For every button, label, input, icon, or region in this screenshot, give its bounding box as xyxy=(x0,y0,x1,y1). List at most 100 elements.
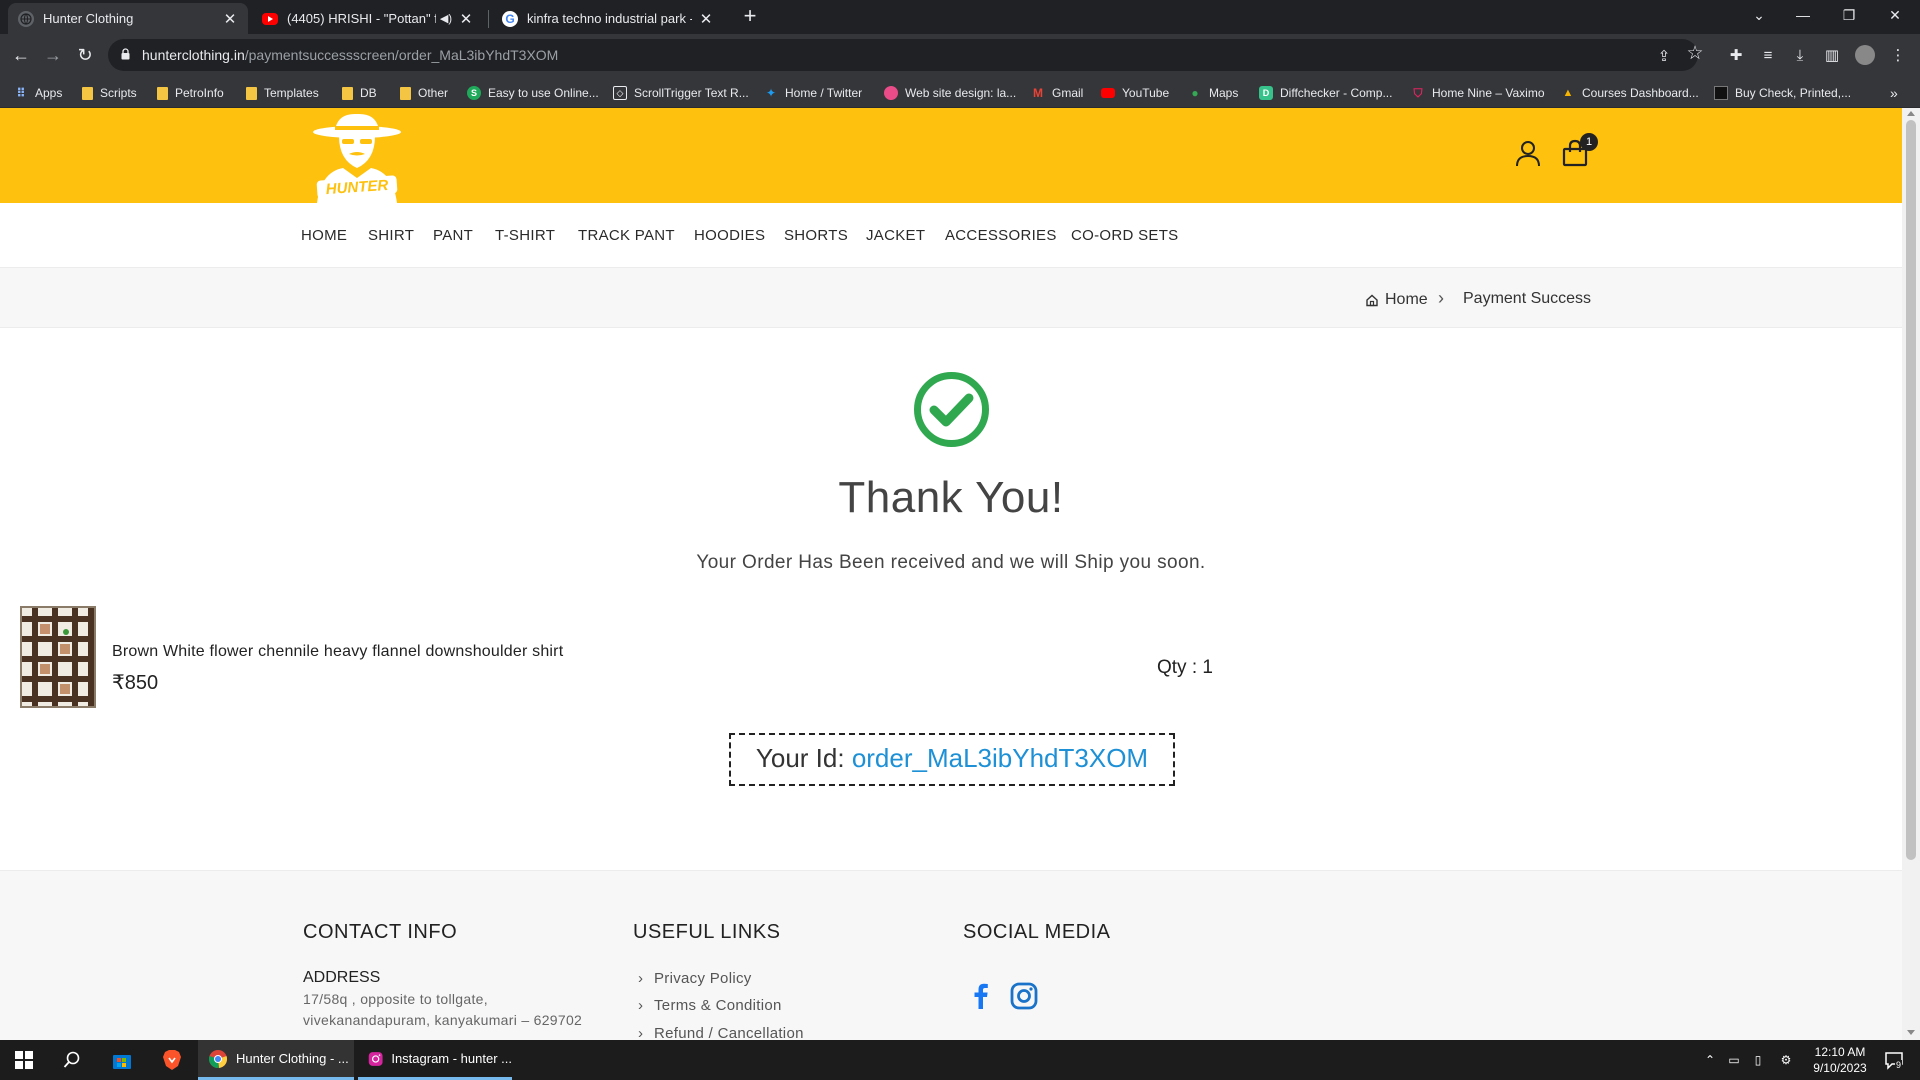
crown-icon: ▲ xyxy=(1562,87,1574,99)
close-tab-icon[interactable]: ✕ xyxy=(458,10,474,28)
nav-track-pant[interactable]: TRACK PANT xyxy=(578,227,675,244)
bookmark-gmail[interactable]: M Gmail xyxy=(1031,84,1083,102)
new-tab-button[interactable]: + xyxy=(738,5,762,29)
browser-tab-bar: Hunter Clothing ✕ (4405) HRISHI - "Potta… xyxy=(0,0,1920,34)
page-scrollbar[interactable] xyxy=(1902,108,1920,1040)
url-text: hunterclothing.in/paymentsuccessscreen/o… xyxy=(142,47,559,63)
bookmark-buy-check[interactable]: Buy Check, Printed,... xyxy=(1714,84,1851,102)
microsoft-store-icon[interactable] xyxy=(110,1048,134,1072)
bookmark-templates[interactable]: Templates xyxy=(246,84,319,102)
twitter-icon: ✦ xyxy=(765,86,777,100)
bookmark-dribbble[interactable]: Web site design: la... xyxy=(884,84,1016,102)
order-id-value[interactable]: order_MaL3ibYhdT3XOM xyxy=(852,743,1148,773)
browser-tab-google[interactable]: G kinfra techno industrial park - Go ✕ xyxy=(492,3,724,34)
media-control-icon[interactable]: ≡ xyxy=(1758,45,1778,65)
tab-title: (4405) HRISHI - "Pottan" ft D xyxy=(287,11,436,26)
main-navigation: HOME SHIRT PANT T-SHIRT TRACK PANT HOODI… xyxy=(0,203,1902,268)
close-window-button[interactable]: ✕ xyxy=(1872,0,1918,30)
product-thumbnail[interactable] xyxy=(20,606,96,708)
bookmark-star-icon[interactable]: ☆ xyxy=(1686,43,1704,64)
breadcrumb-home[interactable]: Home xyxy=(1365,291,1428,309)
folder-icon xyxy=(82,86,93,100)
tab-search-icon[interactable]: ⌄ xyxy=(1736,0,1782,30)
system-clock[interactable]: 12:10 AM 9/10/2023 xyxy=(1805,1044,1875,1076)
link-privacy-policy[interactable]: › Privacy Policy xyxy=(638,970,752,987)
chevron-up-icon[interactable]: ⌃ xyxy=(1702,1052,1718,1068)
nav-co-ord-sets[interactable]: CO-ORD SETS xyxy=(1071,227,1178,244)
speaker-icon[interactable]: ◀) xyxy=(440,12,452,25)
user-account-icon[interactable] xyxy=(1513,138,1543,168)
google-icon: G xyxy=(502,10,518,27)
gmail-icon: M xyxy=(1033,86,1043,100)
browser-tab-youtube[interactable]: (4405) HRISHI - "Pottan" ft D ◀) ✕ xyxy=(252,3,484,34)
bookmark-db[interactable]: DB xyxy=(342,84,377,102)
side-panel-icon[interactable]: ▥ xyxy=(1822,45,1842,65)
nav-home[interactable]: HOME xyxy=(301,227,347,244)
close-tab-icon[interactable]: ✕ xyxy=(222,10,238,28)
scroll-down-arrow-icon[interactable] xyxy=(1907,1030,1915,1035)
brave-browser-icon[interactable] xyxy=(160,1048,184,1072)
instagram-icon[interactable] xyxy=(1009,981,1039,1011)
bookmark-diffchecker[interactable]: D Diffchecker - Comp... xyxy=(1259,84,1392,102)
s-logo-icon: S xyxy=(467,86,481,100)
close-tab-icon[interactable]: ✕ xyxy=(698,10,714,28)
facebook-icon[interactable] xyxy=(966,981,996,1011)
notification-icon[interactable]: 9 xyxy=(1882,1048,1906,1072)
nav-shirt[interactable]: SHIRT xyxy=(368,227,414,244)
search-icon[interactable] xyxy=(60,1048,84,1072)
nav-jacket[interactable]: JACKET xyxy=(866,227,925,244)
bookmark-courses[interactable]: ▲ Courses Dashboard... xyxy=(1561,84,1699,102)
breadcrumb-current: Payment Success xyxy=(1463,290,1592,307)
forward-arrow-icon[interactable]: → xyxy=(40,42,66,68)
link-terms-condition[interactable]: › Terms & Condition xyxy=(638,997,782,1014)
cart-count-badge: 1 xyxy=(1580,133,1598,151)
settings-gear-icon[interactable]: ⚙ xyxy=(1778,1052,1794,1068)
scrollbar-thumb[interactable] xyxy=(1906,120,1916,860)
nav-hoodies[interactable]: HOODIES xyxy=(694,227,765,244)
restore-button[interactable]: ❐ xyxy=(1826,0,1872,30)
bookmark-apps[interactable]: ⠿ Apps xyxy=(14,84,62,102)
windows-start-icon[interactable] xyxy=(12,1048,36,1072)
network-icon[interactable]: ▭ xyxy=(1726,1052,1742,1068)
address-bar[interactable]: hunterclothing.in/paymentsuccessscreen/o… xyxy=(108,39,1704,71)
scroll-up-arrow-icon[interactable] xyxy=(1907,111,1915,116)
apps-grid-icon: ⠿ xyxy=(16,86,26,100)
globe-icon xyxy=(18,10,34,27)
bookmark-maps[interactable]: ● Maps xyxy=(1188,84,1238,102)
browser-tab-hunter-clothing[interactable]: Hunter Clothing ✕ xyxy=(8,3,248,34)
more-bookmarks-icon[interactable]: » xyxy=(1890,84,1898,102)
notification-count: 9 xyxy=(1895,1060,1903,1070)
bookmark-petroinfo[interactable]: PetroInfo xyxy=(157,84,224,102)
battery-icon[interactable]: ▯ xyxy=(1750,1052,1766,1068)
share-icon[interactable]: ⇪ xyxy=(1655,47,1673,65)
extensions-icon[interactable]: ✚ xyxy=(1726,45,1746,65)
chrome-icon xyxy=(208,1049,228,1068)
profile-avatar-icon[interactable] xyxy=(1855,45,1875,65)
bookmark-vaximo[interactable]: ⛉ Home Nine – Vaximo xyxy=(1411,84,1544,102)
bookmark-scripts[interactable]: Scripts xyxy=(82,84,137,102)
bookmark-youtube[interactable]: YouTube xyxy=(1101,84,1169,102)
hunter-logo[interactable]: HUNTER xyxy=(305,110,410,203)
nav-tshirt[interactable]: T-SHIRT xyxy=(495,227,555,244)
bookmark-scrolltrigger[interactable]: ◇ ScrollTrigger Text R... xyxy=(613,84,749,102)
link-refund-cancellation[interactable]: › Refund / Cancellation xyxy=(638,1025,804,1040)
nav-accessories[interactable]: ACCESSORIES xyxy=(945,227,1057,244)
site-header: HUNTER 1 xyxy=(0,108,1902,203)
taskbar-app-instagram[interactable]: Instagram - hunter ... xyxy=(358,1040,512,1080)
browser-menu-icon[interactable]: ⋮ xyxy=(1888,45,1908,65)
breadcrumb: Home › Payment Success xyxy=(0,268,1902,328)
home-icon xyxy=(1366,294,1378,307)
nav-shorts[interactable]: SHORTS xyxy=(784,227,848,244)
download-icon[interactable]: ⤓ xyxy=(1790,45,1810,65)
product-name: Brown White flower chennile heavy flanne… xyxy=(112,643,564,660)
bookmark-other[interactable]: Other xyxy=(400,84,448,102)
order-id-box: Your Id: order_MaL3ibYhdT3XOM xyxy=(729,733,1175,786)
bookmark-twitter[interactable]: ✦ Home / Twitter xyxy=(764,84,862,102)
nav-pant[interactable]: PANT xyxy=(433,227,473,244)
back-arrow-icon[interactable]: ← xyxy=(8,42,34,68)
reload-icon[interactable]: ↻ xyxy=(72,42,98,68)
minimize-button[interactable]: — xyxy=(1780,0,1826,30)
bookmark-easy-to-use[interactable]: S Easy to use Online... xyxy=(467,84,599,102)
taskbar-app-chrome[interactable]: Hunter Clothing - ... xyxy=(198,1040,354,1080)
thank-you-heading: Thank You! xyxy=(838,473,1064,522)
